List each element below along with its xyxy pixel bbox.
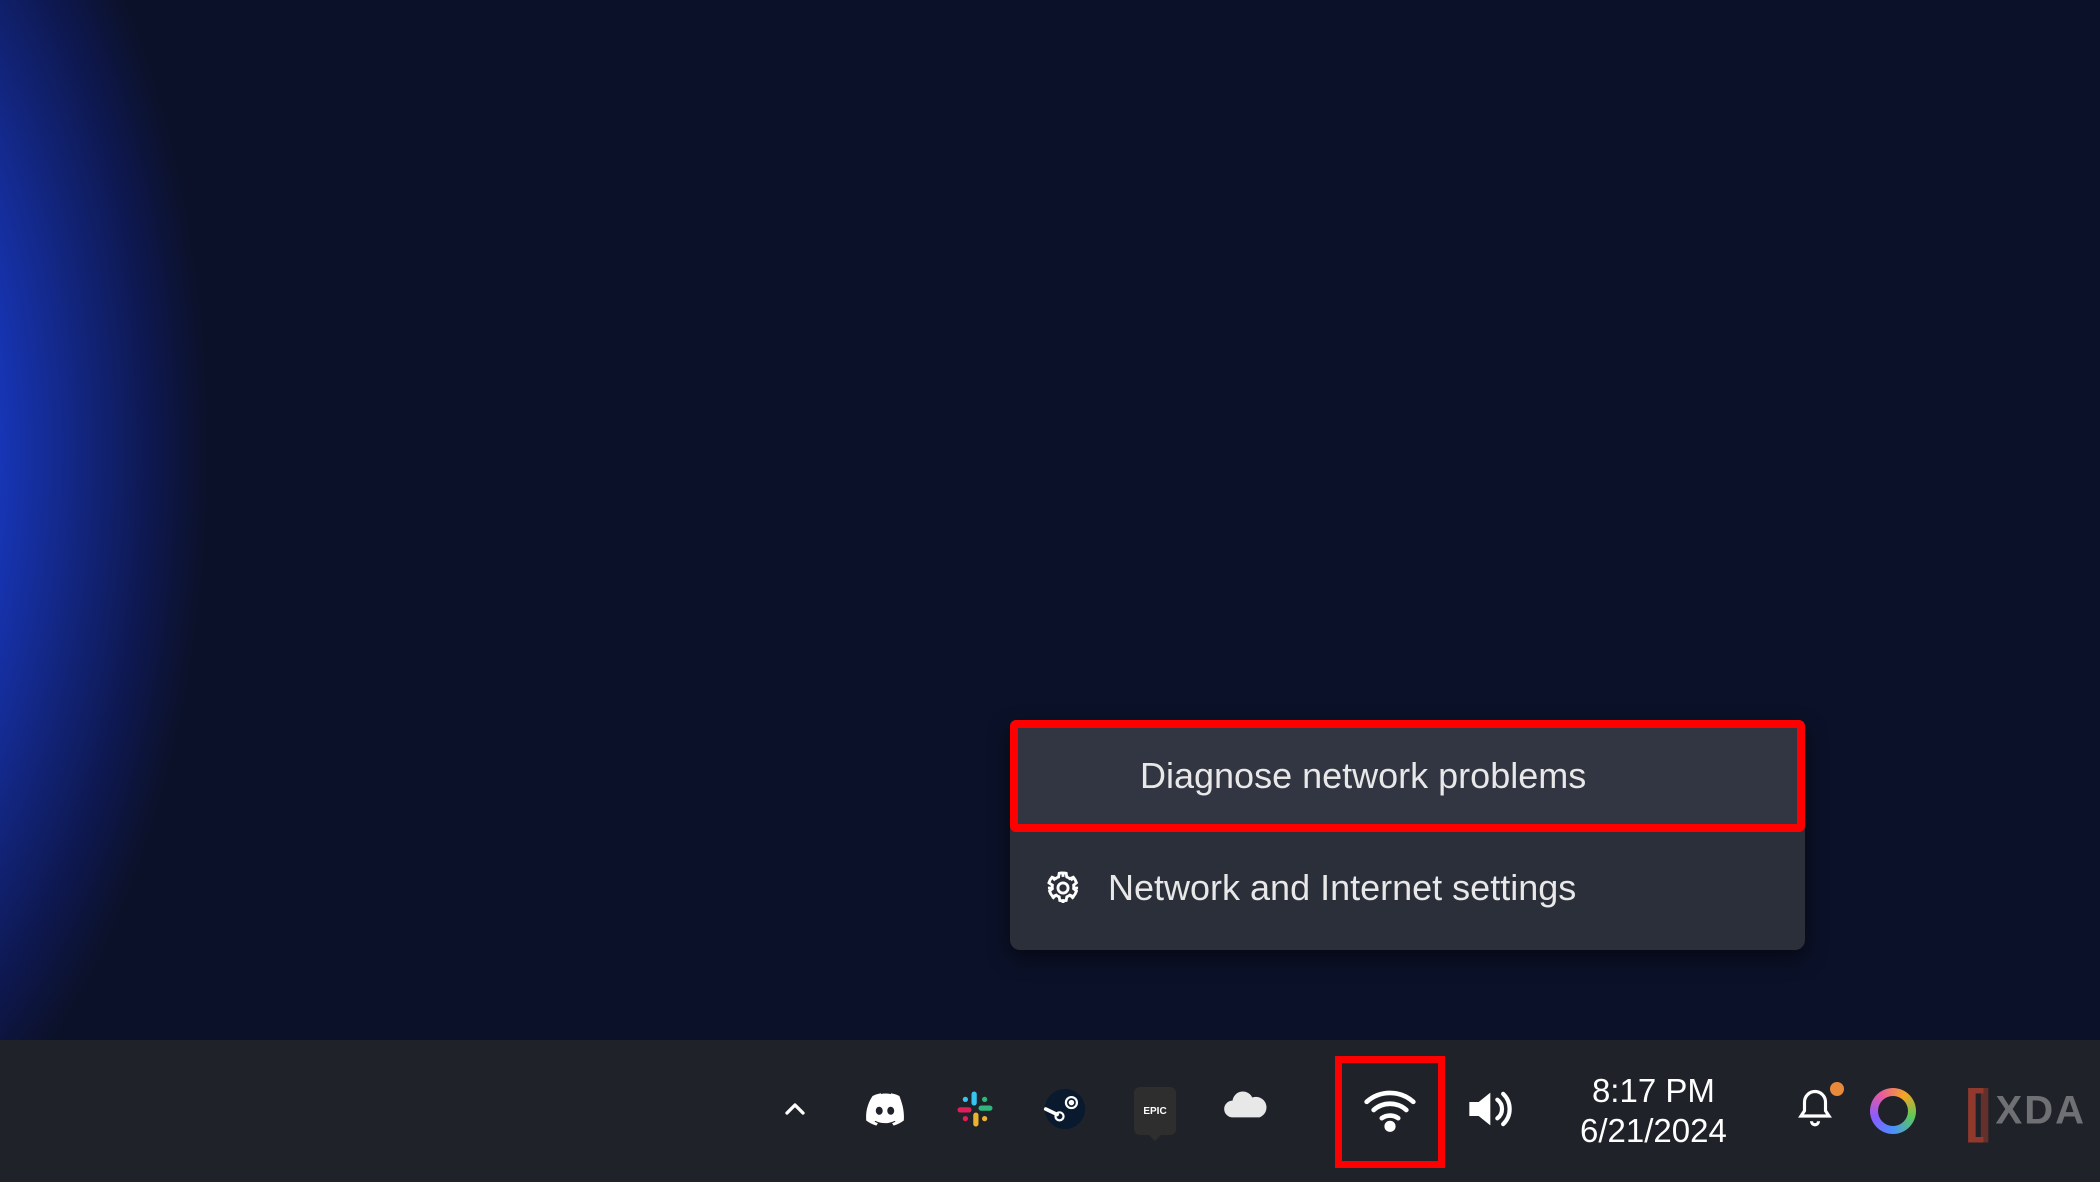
discord-icon bbox=[862, 1086, 908, 1137]
slack-icon bbox=[954, 1088, 996, 1135]
steam-tray-icon[interactable] bbox=[1040, 1086, 1090, 1136]
wifi-icon bbox=[1362, 1082, 1418, 1143]
network-context-menu: Diagnose network problems Network and In… bbox=[1010, 720, 1805, 950]
clock-date: 6/21/2024 bbox=[1580, 1111, 1727, 1151]
volume-icon bbox=[1460, 1081, 1516, 1142]
notifications-button[interactable] bbox=[1790, 1086, 1840, 1136]
epic-games-tray-icon[interactable]: EPIC bbox=[1130, 1086, 1180, 1136]
clock-time: 8:17 PM bbox=[1592, 1071, 1715, 1111]
onedrive-icon bbox=[1220, 1084, 1270, 1139]
network-settings-menu-item[interactable]: Network and Internet settings bbox=[1016, 832, 1799, 944]
menu-item-label: Network and Internet settings bbox=[1108, 867, 1576, 909]
steam-icon bbox=[1043, 1087, 1087, 1136]
discord-tray-icon[interactable] bbox=[860, 1086, 910, 1136]
onedrive-tray-icon[interactable] bbox=[1220, 1086, 1270, 1136]
taskbar-clock[interactable]: 8:17 PM 6/21/2024 bbox=[1580, 1040, 1727, 1182]
tray-overflow-button[interactable] bbox=[770, 1086, 820, 1136]
gear-icon bbox=[1044, 869, 1082, 907]
notification-badge bbox=[1830, 1082, 1844, 1096]
diagnose-network-menu-item[interactable]: Diagnose network problems bbox=[1010, 720, 1805, 832]
copilot-button[interactable] bbox=[1868, 1086, 1918, 1136]
notification-area bbox=[1790, 1040, 1918, 1182]
epic-games-icon: EPIC bbox=[1134, 1087, 1176, 1135]
volume-tray-button[interactable] bbox=[1460, 1040, 1516, 1182]
system-tray: EPIC bbox=[770, 1040, 1270, 1182]
chevron-up-icon bbox=[779, 1093, 811, 1130]
bracket-right-icon: ] bbox=[1972, 1078, 1991, 1145]
watermark-text: XDA bbox=[1996, 1089, 2086, 1134]
copilot-icon bbox=[1870, 1088, 1916, 1134]
xda-watermark: [ ] XDA bbox=[1965, 1078, 2090, 1145]
slack-tray-icon[interactable] bbox=[950, 1086, 1000, 1136]
taskbar: EPIC bbox=[0, 1040, 2100, 1182]
wifi-tray-button[interactable] bbox=[1335, 1056, 1445, 1168]
menu-item-label: Diagnose network problems bbox=[1046, 755, 1586, 797]
bell-icon bbox=[1794, 1088, 1836, 1135]
